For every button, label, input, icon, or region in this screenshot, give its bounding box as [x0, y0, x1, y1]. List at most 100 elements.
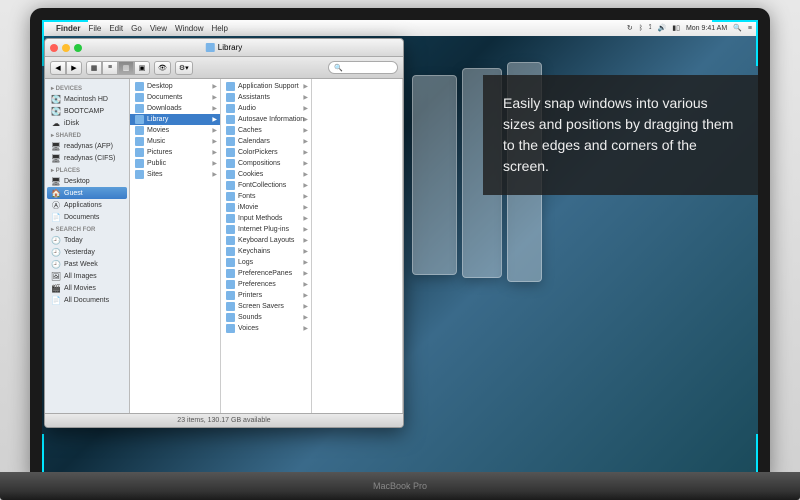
sidebar-item-label: readynas (CIFS): [64, 155, 115, 162]
sidebar-header[interactable]: ▸ DEVICES: [45, 82, 129, 93]
sidebar-item[interactable]: 🖼All Images: [45, 270, 129, 282]
column-item-label: Input Methods: [238, 215, 282, 222]
bluetooth-icon[interactable]: ᛒ: [639, 25, 643, 32]
chevron-right-icon: ▶: [303, 248, 308, 255]
sidebar-header[interactable]: ▸ SHARED: [45, 129, 129, 140]
sidebar-header[interactable]: ▸ PLACES: [45, 164, 129, 175]
chevron-right-icon: ▶: [303, 149, 308, 156]
view-coverflow-button[interactable]: ▣: [134, 61, 150, 75]
sidebar-item[interactable]: 🎬All Movies: [45, 282, 129, 294]
sidebar-item-icon: 💽: [51, 94, 61, 104]
finder-window[interactable]: Library ◀ ▶ ▦ ≡ ▥ ▣ 👁 ⚙▾: [44, 38, 404, 428]
folder-icon: [135, 170, 144, 179]
back-button[interactable]: ◀: [50, 61, 66, 75]
column-item[interactable]: Application Support▶: [221, 81, 311, 92]
folder-icon: [226, 82, 235, 91]
chevron-right-icon: ▶: [303, 314, 308, 321]
volume-icon[interactable]: 🔊: [658, 24, 667, 32]
column-item[interactable]: Documents▶: [130, 92, 220, 103]
menu-file[interactable]: File: [88, 24, 101, 33]
battery-icon[interactable]: ▮▯: [672, 24, 680, 32]
sidebar-item[interactable]: 🖥readynas (CIFS): [45, 152, 129, 164]
column-item[interactable]: Preferences▶: [221, 279, 311, 290]
column-item[interactable]: Music▶: [130, 136, 220, 147]
column-item[interactable]: Screen Savers▶: [221, 301, 311, 312]
chevron-right-icon: ▶: [303, 182, 308, 189]
column-item[interactable]: Downloads▶: [130, 103, 220, 114]
sidebar-item[interactable]: 🕘Yesterday: [45, 246, 129, 258]
column-item[interactable]: Sites▶: [130, 169, 220, 180]
column-item[interactable]: PreferencePanes▶: [221, 268, 311, 279]
column-item-label: Internet Plug-ins: [238, 226, 289, 233]
column-item[interactable]: Caches ▶: [221, 125, 311, 136]
search-input[interactable]: 🔍: [328, 61, 398, 74]
column-item[interactable]: Autosave Information▶: [221, 114, 311, 125]
folder-icon: [226, 126, 235, 135]
column-item[interactable]: Desktop▶: [130, 81, 220, 92]
menu-edit[interactable]: Edit: [109, 24, 123, 33]
zoom-button[interactable]: [74, 44, 82, 52]
column-item-label: Caches: [238, 127, 262, 134]
chevron-right-icon: ▶: [303, 94, 308, 101]
minimize-button[interactable]: [62, 44, 70, 52]
column-item[interactable]: Input Methods▶: [221, 213, 311, 224]
column-item[interactable]: Audio▶: [221, 103, 311, 114]
column-item[interactable]: Cookies▶: [221, 169, 311, 180]
folder-icon: [226, 225, 235, 234]
column-item[interactable]: FontCollections▶: [221, 180, 311, 191]
wifi-icon[interactable]: ⟟: [649, 24, 652, 32]
view-icon-button[interactable]: ▦: [86, 61, 102, 75]
column-item-label: Cookies: [238, 171, 263, 178]
sidebar-item[interactable]: 💽Macintosh HD: [45, 93, 129, 105]
folder-icon: [226, 324, 235, 333]
column-item[interactable]: ColorPickers▶: [221, 147, 311, 158]
menu-help[interactable]: Help: [211, 24, 227, 33]
column-item[interactable]: Voices▶: [221, 323, 311, 334]
column-item[interactable]: Movies▶: [130, 125, 220, 136]
column-item[interactable]: Assistants▶: [221, 92, 311, 103]
sidebar-item-label: BOOTCAMP: [64, 108, 104, 115]
column-item[interactable]: Fonts▶: [221, 191, 311, 202]
column-item[interactable]: Public▶: [130, 158, 220, 169]
sidebar-item[interactable]: ⒶApplications: [45, 199, 129, 211]
sync-icon[interactable]: ↻: [627, 24, 633, 32]
action-menu-button[interactable]: ⚙▾: [175, 61, 193, 75]
column-item[interactable]: Keychains▶: [221, 246, 311, 257]
column-item[interactable]: Library▶: [130, 114, 220, 125]
sidebar-item[interactable]: 💽BOOTCAMP: [45, 105, 129, 117]
menu-go[interactable]: Go: [131, 24, 142, 33]
column-item[interactable]: iMovie▶: [221, 202, 311, 213]
chevron-right-icon: ▶: [303, 237, 308, 244]
close-button[interactable]: [50, 44, 58, 52]
window-title: Library: [218, 43, 242, 52]
window-titlebar[interactable]: Library: [45, 39, 403, 57]
ghost-window: [412, 75, 457, 275]
sidebar-item[interactable]: 🏠Guest: [47, 187, 127, 199]
sidebar-item-label: Past Week: [64, 261, 98, 268]
menu-window[interactable]: Window: [175, 24, 203, 33]
view-column-button[interactable]: ▥: [118, 61, 134, 75]
folder-icon: [226, 137, 235, 146]
column-item[interactable]: Pictures▶: [130, 147, 220, 158]
sidebar-item[interactable]: 🖥Desktop: [45, 175, 129, 187]
column-item[interactable]: Logs▶: [221, 257, 311, 268]
column-item[interactable]: Keyboard Layouts▶: [221, 235, 311, 246]
folder-icon: [206, 43, 215, 52]
column-item[interactable]: Compositions▶: [221, 158, 311, 169]
sidebar-header[interactable]: ▸ SEARCH FOR: [45, 223, 129, 234]
column-item[interactable]: Internet Plug-ins▶: [221, 224, 311, 235]
sidebar-item[interactable]: 🕘Today: [45, 234, 129, 246]
menu-view[interactable]: View: [150, 24, 167, 33]
sidebar-item[interactable]: 🖥readynas (AFP): [45, 140, 129, 152]
sidebar-item[interactable]: 📄All Documents: [45, 294, 129, 306]
sidebar-item[interactable]: 📄Documents: [45, 211, 129, 223]
column-item[interactable]: Calendars▶: [221, 136, 311, 147]
quicklook-button[interactable]: 👁: [154, 61, 171, 75]
chevron-right-icon: ▶: [303, 127, 308, 134]
column-item[interactable]: Sounds▶: [221, 312, 311, 323]
sidebar-item[interactable]: 🕘Past Week: [45, 258, 129, 270]
forward-button[interactable]: ▶: [66, 61, 82, 75]
sidebar-item[interactable]: ☁iDisk: [45, 117, 129, 129]
column-item[interactable]: Printers▶: [221, 290, 311, 301]
view-list-button[interactable]: ≡: [102, 61, 118, 75]
